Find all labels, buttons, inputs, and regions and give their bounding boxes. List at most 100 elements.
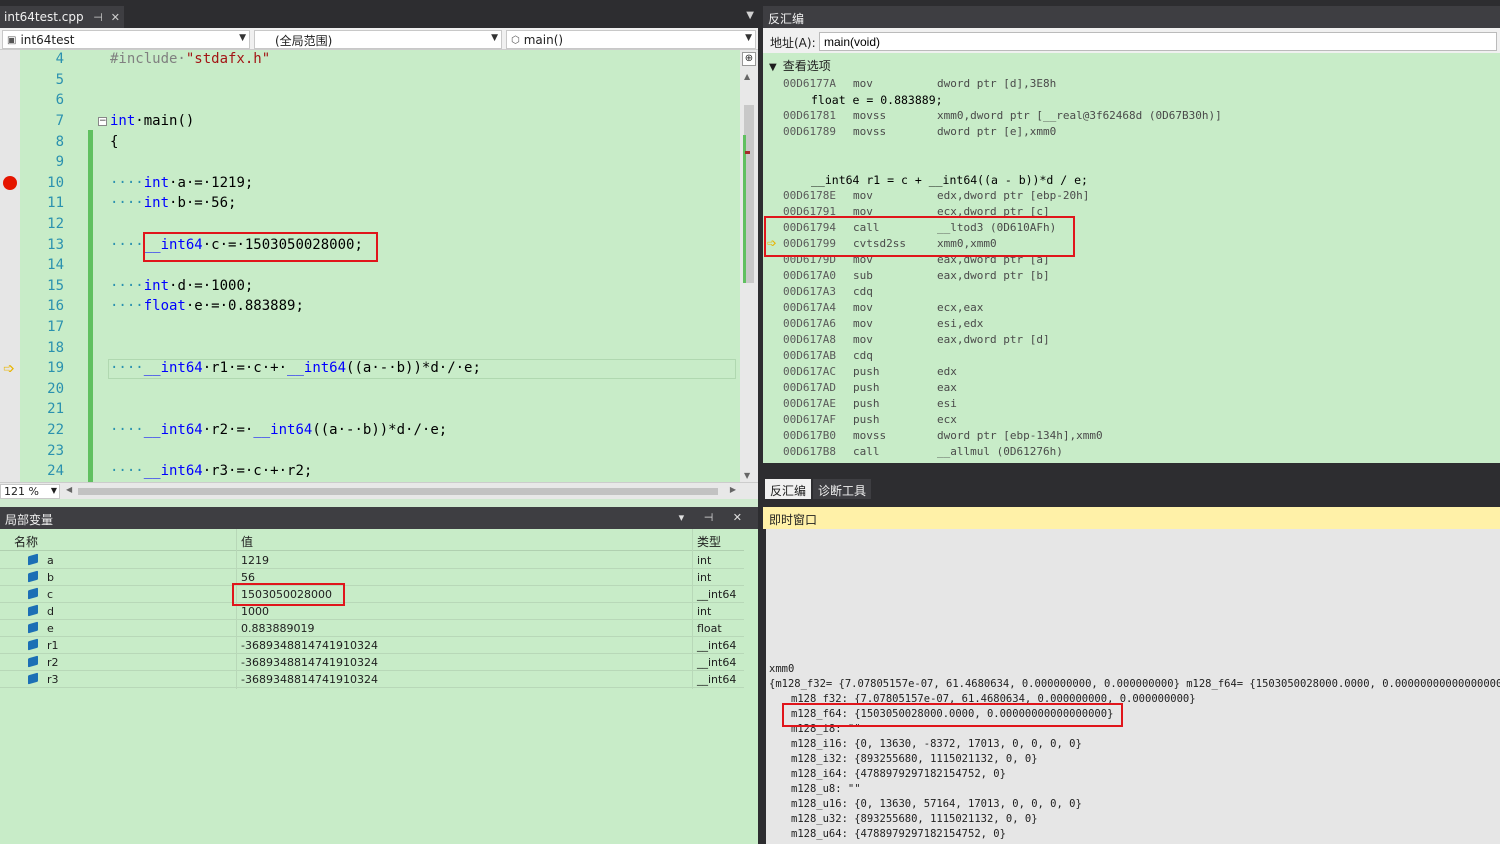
column-header-type[interactable]: 类型 [697,533,721,550]
chevron-down-icon: ▼ [50,486,57,495]
horizontal-scroll-thumb[interactable] [78,488,718,495]
navigation-bar: ▣ int64test ▼ (全局范围) ▼ ⬡ main() ▼ [0,28,758,50]
code-line-4: #include·"stdafx.h" [110,51,271,67]
locals-row[interactable]: d 1000 int [0,603,744,620]
column-header-name[interactable]: 名称 [14,533,38,550]
line-number: 5 [55,72,64,88]
project-dropdown[interactable]: ▣ int64test ▼ [2,30,250,49]
locals-header: 名称 值 类型 [0,529,744,551]
asm-row: 00D617B0 movss dword ptr [ebp-134h],xmm0 [783,429,1103,442]
locals-row[interactable]: b 56 int [0,569,744,586]
variable-icon [28,553,38,566]
code-line-11: ····int·b·=·56; [110,195,237,211]
execution-arrow-icon: ➩ [3,361,15,377]
highlight-box-c-value [232,583,345,606]
chevron-down-icon: ▼ [491,33,498,43]
locals-row[interactable]: r3 -3689348814741910324 __int64 [0,671,744,688]
disassembly-view[interactable]: ▼ 查看选项 ➩ 00D6177A mov dword ptr [d],3E8h fl… [763,53,1500,463]
code-line-15: ····int·d·=·1000; [110,278,254,294]
highlight-box-m128-f64 [782,703,1123,727]
editor-tab-bar: int64test.cpp ⊣ ✕ ▼ [0,0,758,28]
view-options-toggle[interactable]: ▼ 查看选项 [769,57,831,74]
breakpoint-icon[interactable] [3,176,17,190]
locals-row[interactable]: r2 -3689348814741910324 __int64 [0,654,744,671]
line-number: 12 [47,216,64,232]
highlight-box-ltod3-call [764,216,1075,257]
chevron-down-icon[interactable]: ▼ [746,10,754,21]
collapse-icon[interactable]: − [98,117,107,126]
immediate-line: m128_i32: {893255680, 1115021132, 0, 0} [791,753,1038,765]
asm-row: 00D6178E mov edx,dword ptr [ebp-20h] [783,189,1090,202]
project-dropdown-value: int64test [20,33,75,47]
highlight-box-c-declaration [143,232,378,262]
locals-vertical-scrollbar[interactable] [744,529,758,844]
immediate-line: m128_u8: "" [791,783,861,795]
address-input[interactable] [819,32,1497,51]
source-line: float e = 0.883889; [811,93,943,107]
line-number: 24 [47,463,64,479]
line-number: 18 [47,340,64,356]
scroll-down-icon[interactable]: ▼ [744,471,750,480]
asm-row: 00D617AF push ecx [783,413,957,426]
asm-row: 00D617B8 call __allmul (0D61276h) [783,445,1063,458]
source-line: __int64 r1 = c + __int64((a - b))*d / e; [811,173,1088,187]
horizontal-scrollbar[interactable]: ◀ ▶ [66,484,736,498]
tab-label: int64test.cpp [4,10,84,24]
code-line-16: ····float·e·=·0.883889; [110,298,304,314]
zoom-dropdown[interactable]: 121 % ▼ [0,484,60,499]
locals-row[interactable]: e 0.883889019 float [0,620,744,637]
scope-dropdown[interactable]: (全局范围) ▼ [254,30,502,49]
tab-disassembly[interactable]: 反汇编 [765,479,812,499]
locals-pane: 局部变量 ▾ ⊣ ✕ 名称 值 类型 a 1219 int b 56 int c 1503… [0,507,758,844]
pane-divider [763,529,766,844]
scroll-left-icon[interactable]: ◀ [66,485,72,494]
scroll-right-icon[interactable]: ▶ [730,485,736,494]
locals-row[interactable]: r1 -3689348814741910324 __int64 [0,637,744,654]
line-number: 11 [47,195,64,211]
scope-dropdown-value: (全局范围) [275,33,333,48]
line-number: 21 [47,401,64,417]
change-marker [743,135,746,283]
immediate-title: 即时窗口 [763,507,1500,529]
line-number: 9 [55,154,64,170]
tab-int64test-cpp[interactable]: int64test.cpp ⊣ ✕ [0,6,124,28]
pin-icon[interactable]: ⊣ [93,11,103,24]
locals-row[interactable]: a 1219 int [0,552,744,569]
project-icon: ▣ [7,34,17,46]
line-number: 13 [47,237,64,253]
immediate-pane[interactable]: 即时窗口 xmm0 {m128_f32= {7.07805157e-07, 61… [763,507,1500,844]
line-number: 14 [47,257,64,273]
asm-row: 00D61789 movss dword ptr [e],xmm0 [783,125,1057,138]
locals-row[interactable]: c 1503050028000 __int64 [0,586,744,603]
variable-icon [28,638,38,651]
zoom-value: 121 % [4,485,39,498]
glyph-margin[interactable] [0,50,20,482]
immediate-line: m128_u16: {0, 13630, 57164, 17013, 0, 0,… [791,798,1082,810]
line-number: 22 [47,422,64,438]
line-numbers: 4 5 6 7 8 9 10 11 12 13 14 15 16 17 18 1… [20,50,68,482]
chevron-down-icon: ▼ [769,62,777,73]
scroll-up-icon[interactable]: ▲ [744,72,750,81]
line-number: 7 [55,113,64,129]
locals-title-bar: 局部变量 ▾ ⊣ ✕ [0,507,758,529]
asm-row: 00D617AE push esi [783,397,957,410]
code-line-8: { [110,134,119,150]
split-icon[interactable]: ⊕ [742,52,756,66]
code-editor[interactable]: ➩ 4 5 6 7 8 9 10 11 12 13 14 15 16 17 18… [0,50,740,482]
window-controls[interactable]: ▾ ⊣ ✕ [679,511,750,524]
chevron-down-icon: ▼ [745,33,752,43]
close-icon[interactable]: ✕ [111,11,120,24]
editor-vertical-scrollbar[interactable]: ⊕ ▲ ▼ [740,50,758,482]
immediate-line: m128_u32: {893255680, 1115021132, 0, 0} [791,813,1038,825]
tab-diagnostic-tools[interactable]: 诊断工具 [813,479,872,499]
line-number: 20 [47,381,64,397]
code-line-19: ····__int64·r1·=·c·+·__int64((a·-·b))*d·… [110,360,481,376]
function-icon: ⬡ [511,34,520,46]
immediate-line: m128_i64: {4788979297182154752, 0} [791,768,1006,780]
code-line-7: int·main() [110,113,195,129]
breakpoint-marker [745,151,750,154]
line-number: 17 [47,319,64,335]
column-header-value[interactable]: 值 [241,533,253,550]
line-number: 19 [47,360,64,376]
function-dropdown[interactable]: ⬡ main() ▼ [506,30,756,49]
